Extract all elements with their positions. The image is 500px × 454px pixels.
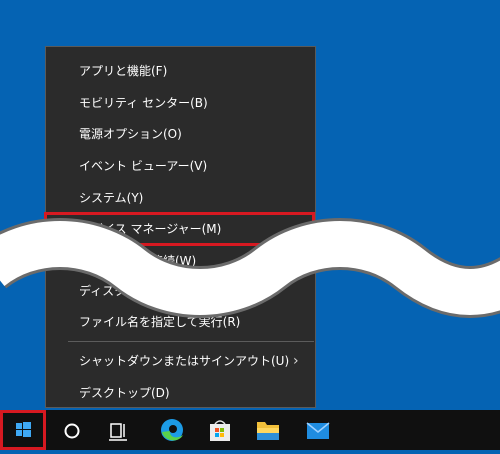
wave-cut-overlay	[0, 218, 500, 318]
edge-icon	[161, 419, 183, 441]
task-view-button[interactable]	[96, 410, 144, 450]
file-explorer-button[interactable]	[244, 410, 292, 450]
mail-button[interactable]	[294, 410, 342, 450]
cortana-button[interactable]	[48, 410, 96, 450]
mail-icon	[306, 422, 330, 439]
cortana-icon	[64, 423, 80, 439]
file-explorer-icon	[257, 422, 279, 440]
start-button[interactable]	[0, 410, 48, 450]
start-highlight	[0, 410, 46, 450]
task-view-icon	[109, 423, 127, 441]
store-button[interactable]	[196, 410, 244, 450]
taskbar	[0, 410, 500, 450]
store-icon	[210, 420, 230, 441]
edge-button[interactable]	[148, 410, 196, 450]
